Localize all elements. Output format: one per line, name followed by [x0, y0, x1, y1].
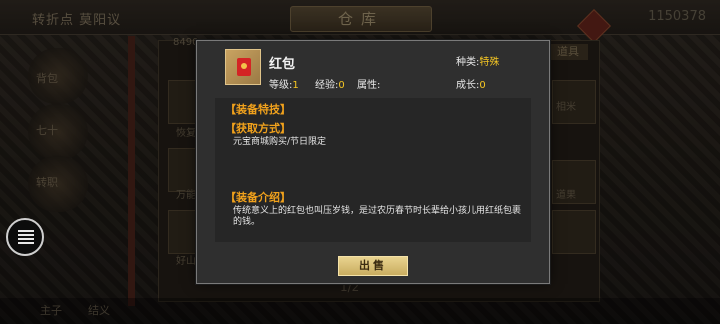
growth-label: 成长: — [456, 80, 480, 91]
growth-value: 0 — [479, 80, 486, 91]
item-exp: 经验:0 — [315, 76, 345, 91]
skill-section-title: 【装备特技】 — [225, 103, 291, 116]
level-label: 等级: — [269, 80, 293, 91]
item-growth: 成长:0 — [456, 76, 486, 91]
item-name: 红包 — [269, 57, 296, 72]
exp-label: 经验: — [315, 80, 339, 91]
floating-menu-button[interactable] — [6, 218, 44, 256]
obtain-section-title: 【获取方式】 — [225, 122, 291, 135]
item-description-panel: 【装备特技】 【获取方式】 元宝商城购买/节日限定 【装备介绍】 传统意义上的红… — [215, 98, 531, 242]
item-detail-dialog: 红包 种类:特殊 等级:1 经验:0 属性: 成长:0 【装备特技】 【获取方式… — [196, 40, 550, 284]
item-level: 等级:1 — [269, 76, 299, 91]
menu-icon — [18, 230, 34, 246]
attr-label: 属性: — [357, 80, 381, 91]
kind-label: 种类: — [456, 57, 480, 68]
red-envelope-icon — [225, 49, 261, 85]
level-value: 1 — [292, 80, 299, 91]
item-kind: 种类:特殊 — [456, 53, 499, 68]
sell-button[interactable]: 出售 — [338, 256, 408, 276]
kind-value: 特殊 — [479, 57, 500, 68]
intro-section-title: 【装备介绍】 — [225, 191, 291, 204]
intro-text: 传统意义上的红包也叫压岁钱，是过农历春节时长辈给小孩儿用红纸包裹的钱。 — [233, 206, 522, 227]
exp-value: 0 — [338, 80, 345, 91]
envelope-shape — [237, 58, 251, 76]
obtain-text: 元宝商城购买/节日限定 — [233, 137, 327, 147]
item-attr: 属性: — [357, 76, 380, 91]
